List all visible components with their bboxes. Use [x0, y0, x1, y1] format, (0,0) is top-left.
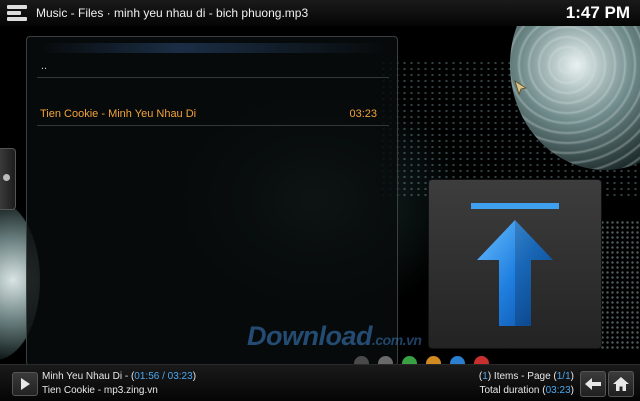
side-menu-tab[interactable] [0, 148, 16, 210]
track-title: Tien Cookie - Minh Yeu Nhau Di [40, 108, 197, 120]
play-icon [21, 378, 30, 390]
clock: 1:47 PM [565, 3, 630, 22]
home-button[interactable] [608, 371, 634, 397]
list-item[interactable]: Tien Cookie - Minh Yeu Nhau Di 03:23 [37, 103, 389, 126]
footer-bar: Minh Yeu Nhau Di - (01:56 / 03:23) Tien … [0, 364, 640, 401]
now-playing-track: Minh Yeu Nhau Di - [42, 371, 131, 382]
total-duration-info: Total duration (03:23) [479, 385, 574, 396]
track-duration: 03:23 [349, 108, 377, 120]
list-item-parent-folder[interactable]: .. [37, 55, 389, 78]
header-bar: Music - Files · minh yeu nhau di - bich … [0, 0, 640, 26]
home-icon [613, 377, 629, 391]
back-button[interactable] [580, 371, 606, 397]
breadcrumb: Music - Files · minh yeu nhau di - bich … [36, 6, 309, 20]
now-playing-time: 01:56 / 03:23 [134, 371, 193, 382]
list-focus-highlight [39, 43, 387, 53]
now-playing-title: Minh Yeu Nhau Di - (01:56 / 03:23) [42, 371, 197, 382]
folder-thumbnail [429, 180, 601, 348]
parent-folder-label: .. [41, 60, 48, 72]
items-label: Items - Page [491, 371, 554, 382]
back-arrow-icon [585, 378, 601, 390]
mouse-cursor-icon [514, 80, 528, 96]
watermark: Download.com.vn [247, 321, 422, 352]
file-list-panel: .. Tien Cookie - Minh Yeu Nhau Di 03:23 [26, 36, 398, 366]
play-button[interactable] [12, 372, 38, 396]
watermark-text: Download [247, 321, 373, 351]
side-menu-dot-icon [3, 174, 10, 181]
now-playing-subtitle: Tien Cookie - mp3.zing.vn [42, 385, 158, 396]
total-duration-value: 03:23 [545, 385, 571, 396]
items-page-info: (1) Items - Page (1/1) [478, 371, 574, 382]
watermark-suffix: .com.vn [372, 332, 422, 348]
items-count: 1 [482, 371, 488, 382]
up-arrow-icon [471, 203, 559, 326]
app-logo-icon [7, 5, 27, 21]
total-duration-label: Total duration [479, 385, 543, 396]
page-indicator: 1/1 [556, 371, 571, 382]
